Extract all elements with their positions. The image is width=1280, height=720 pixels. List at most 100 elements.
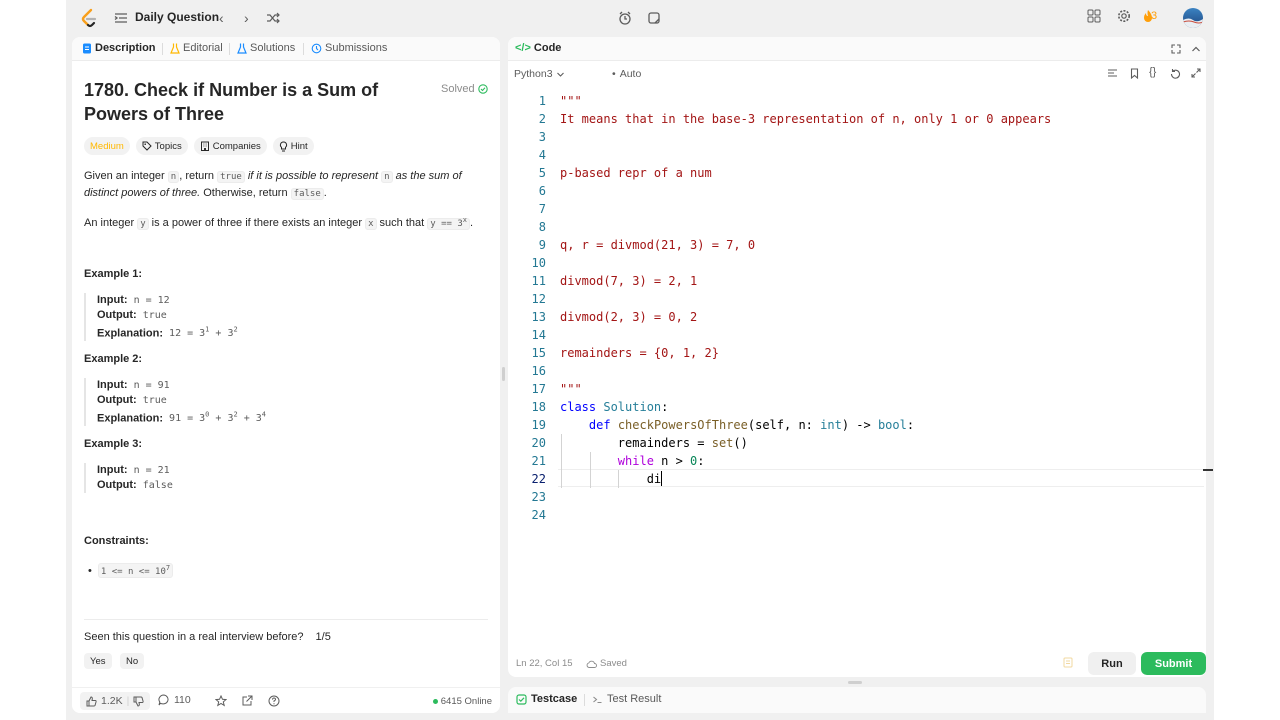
companies-chip[interactable]: Companies — [193, 137, 267, 155]
text-segment: . — [323, 187, 327, 199]
expand-icon[interactable] — [1191, 68, 1201, 78]
text-segment: Given an integer — [84, 170, 168, 182]
code-line[interactable]: It means that in the base-3 representati… — [560, 112, 1051, 126]
code-line[interactable]: class Solution: — [560, 400, 668, 414]
line-number: 13 — [531, 310, 546, 324]
help-icon[interactable] — [268, 695, 280, 707]
star-icon[interactable] — [215, 695, 227, 707]
auto-mode[interactable]: • Auto — [612, 68, 641, 80]
interview-question: Seen this question in a real interview b… — [84, 631, 331, 643]
superscript: 2 — [233, 326, 238, 334]
streak-count[interactable]: 3 — [1151, 10, 1157, 22]
code-line[interactable]: while n > 0: — [560, 454, 705, 468]
code-line[interactable]: def checkPowersOfThree(self, n: int) -> … — [560, 418, 914, 432]
input-label: Input: — [97, 464, 128, 476]
line-number: 23 — [531, 490, 546, 504]
like-button[interactable]: 1.2K | — [80, 692, 151, 710]
code-line[interactable]: remainders = set() — [560, 436, 748, 450]
text-segment: Otherwise, return — [200, 187, 291, 199]
code-brackets-icon: </> — [515, 42, 531, 54]
note-icon[interactable] — [1062, 656, 1074, 668]
panel-resize-handle[interactable] — [502, 367, 505, 381]
saved-label: Saved — [600, 658, 627, 669]
tab-separator — [229, 43, 230, 55]
text-segment: is a power of three if there exists an i… — [148, 217, 366, 229]
code-line[interactable]: di — [560, 472, 661, 486]
submit-button[interactable]: Submit — [1141, 652, 1206, 675]
leetcode-logo-icon[interactable] — [80, 8, 98, 28]
vertical-resize-handle[interactable] — [848, 681, 862, 684]
run-button[interactable]: Run — [1088, 652, 1136, 675]
interview-count: 1/5 — [315, 631, 331, 643]
code-panel-header: </> Code — [508, 37, 1206, 61]
code-line[interactable]: p-based repr of a num — [560, 166, 712, 180]
code-line[interactable]: q, r = divmod(21, 3) = 7, 0 — [560, 238, 755, 252]
tab-testcase[interactable]: Testcase — [516, 693, 577, 705]
line-number: 12 — [531, 292, 546, 306]
collapse-chevron-icon[interactable] — [1191, 44, 1201, 54]
tab-test-result[interactable]: Test Result — [592, 693, 661, 705]
desktop-margin-right — [1214, 0, 1280, 720]
topics-chip[interactable]: Topics — [135, 137, 188, 155]
hint-chip[interactable]: Hint — [272, 137, 314, 155]
problem-list-icon[interactable] — [114, 11, 128, 25]
no-button[interactable]: No — [120, 653, 145, 669]
scrollbar-marker[interactable] — [1203, 469, 1213, 471]
tab-solutions[interactable]: Solutions — [237, 42, 295, 54]
code-editor[interactable]: 1 """ 2 It means that in the base-3 represe… — [508, 88, 1206, 648]
left-tab-bar: Description Editorial Solutions Submissi… — [72, 37, 500, 61]
code-line[interactable]: remainders = {0, 1, 2} — [560, 346, 719, 360]
line-number: 19 — [531, 418, 546, 432]
line-number: 20 — [531, 436, 546, 450]
format-lines-icon[interactable] — [1107, 68, 1118, 79]
line-number: 3 — [538, 130, 546, 144]
user-avatar[interactable] — [1183, 8, 1203, 28]
inline-code: x — [365, 218, 377, 230]
tab-submissions[interactable]: Submissions — [311, 42, 387, 54]
tab-submissions-label: Submissions — [325, 42, 388, 54]
chevron-left-icon[interactable]: ‹ — [219, 10, 224, 26]
expl-part: 12 = 3 — [169, 328, 206, 340]
flask-icon — [170, 43, 180, 54]
online-status: 6415 Online — [432, 696, 492, 707]
code-line[interactable]: """ — [560, 94, 582, 108]
line-number: 21 — [531, 454, 546, 468]
input-label: Input: — [97, 379, 128, 391]
tab-testcase-label: Testcase — [531, 693, 578, 705]
checkbox-icon — [516, 693, 527, 705]
chevron-right-icon[interactable]: › — [244, 10, 249, 26]
tab-editorial[interactable]: Editorial — [170, 42, 223, 54]
language-select[interactable]: Python3 — [514, 68, 565, 80]
layout-icon[interactable] — [1087, 9, 1101, 23]
example-3-heading: Example 3: — [84, 438, 143, 450]
shuffle-icon[interactable] — [266, 11, 280, 25]
description-panel: Description Editorial Solutions Submissi… — [72, 37, 500, 713]
problem-chips: Medium Topics Companies Hint — [84, 137, 314, 155]
share-icon[interactable] — [241, 695, 253, 707]
example-input: n = 21 — [133, 465, 170, 476]
constraint-item: • 1 <= n <= 107 — [88, 563, 174, 578]
alarm-icon[interactable] — [615, 8, 635, 28]
tab-description[interactable]: Description — [82, 42, 156, 54]
tag-icon — [142, 141, 152, 151]
line-number: 17 — [531, 382, 546, 396]
daily-question-title[interactable]: Daily Question — [135, 10, 219, 24]
settings-gear-icon[interactable] — [1117, 9, 1131, 23]
line-number: 7 — [538, 202, 546, 216]
code-line[interactable]: """ — [560, 382, 582, 396]
language-label: Python3 — [514, 68, 553, 80]
reset-icon[interactable] — [1170, 68, 1181, 79]
braces-icon[interactable]: {} — [1149, 66, 1156, 78]
comments-button[interactable]: 110 — [158, 694, 191, 706]
yes-button[interactable]: Yes — [84, 653, 112, 669]
fullscreen-icon[interactable] — [1171, 44, 1181, 54]
problem-title[interactable]: 1780. Check if Number is a Sum of Powers… — [84, 78, 414, 126]
code-line[interactable]: divmod(7, 3) = 2, 1 — [560, 274, 697, 288]
code-line[interactable]: divmod(2, 3) = 0, 2 — [560, 310, 697, 324]
notes-icon[interactable] — [644, 8, 664, 28]
interview-prompt: Seen this question in a real interview b… — [84, 631, 304, 643]
tab-code[interactable]: </> Code — [515, 42, 561, 54]
solved-label: Solved — [441, 83, 475, 95]
tab-editorial-label: Editorial — [183, 42, 223, 54]
bookmark-icon[interactable] — [1129, 68, 1140, 79]
